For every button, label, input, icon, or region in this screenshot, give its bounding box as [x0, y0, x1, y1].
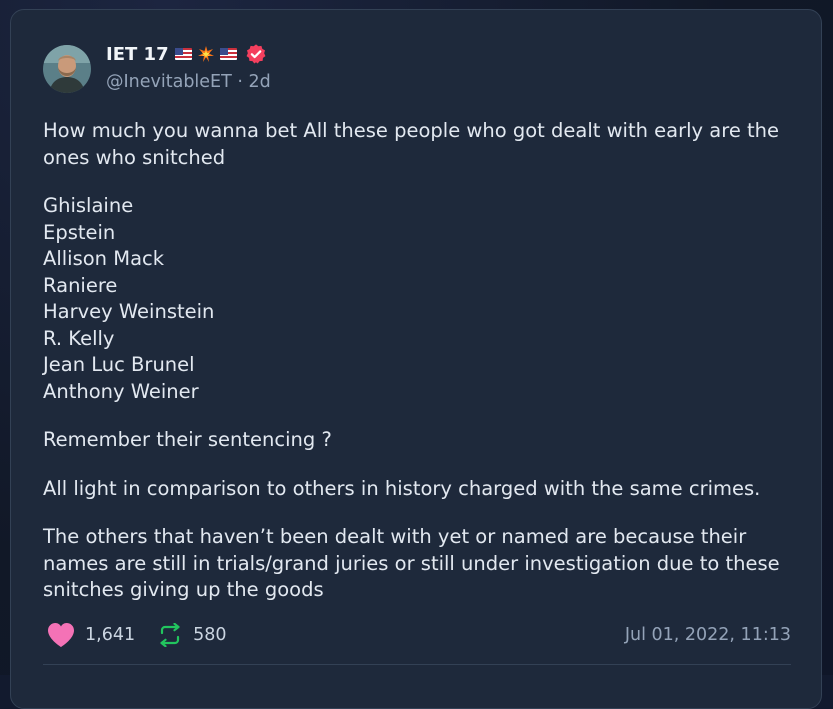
post-time-ago[interactable]: 2d — [249, 72, 271, 92]
repost-button[interactable]: 580 — [157, 623, 227, 647]
collision-icon — [197, 46, 214, 62]
post-paragraph: Remember their sentencing ? — [43, 428, 332, 451]
list-item: Harvey Weinstein — [43, 300, 215, 323]
list-item: Jean Luc Brunel — [43, 353, 195, 376]
meta-separator: · — [237, 72, 243, 92]
post-date[interactable]: Jul 01, 2022, 11:13 — [625, 625, 791, 645]
repost-icon — [160, 623, 180, 647]
post-paragraph: The others that haven’t been dealt with … — [43, 525, 780, 601]
avatar[interactable] — [43, 45, 91, 93]
list-item: Raniere — [43, 273, 118, 297]
us-flag-icon — [174, 48, 192, 60]
list-item: R. Kelly — [43, 326, 115, 350]
list-item: Allison Mack — [43, 247, 165, 270]
like-button[interactable]: 1,641 — [47, 622, 135, 648]
us-flag-icon — [219, 48, 237, 60]
list-item: Ghislaine — [43, 194, 134, 217]
list-item: Epstein — [43, 220, 116, 244]
display-name[interactable]: IET 17 — [106, 44, 169, 65]
repost-count: 580 — [193, 625, 227, 645]
post-paragraph: All light in comparison to others in his… — [43, 476, 761, 500]
verified-badge-icon — [246, 44, 266, 64]
author-meta: @InevitableET · 2d — [106, 72, 271, 92]
post-body: How much you wanna bet All these people … — [43, 118, 803, 626]
list-item: Anthony Weiner — [43, 379, 199, 403]
like-count: 1,641 — [85, 625, 136, 645]
author-name-row: IET 17 — [106, 43, 267, 65]
heart-icon — [48, 623, 74, 647]
post-card[interactable]: IET 17 @InevitableET · 2d How much you w… — [10, 9, 822, 709]
post-paragraph: How much you wanna bet All these people … — [43, 119, 780, 169]
names-list: Ghislaine Epstein Allison Mack Raniere H… — [43, 193, 803, 405]
divider — [43, 664, 791, 665]
author-handle[interactable]: @InevitableET — [106, 72, 232, 92]
post-footer: 1,641 580 Jul 01, 2022, 11:13 — [47, 620, 791, 650]
